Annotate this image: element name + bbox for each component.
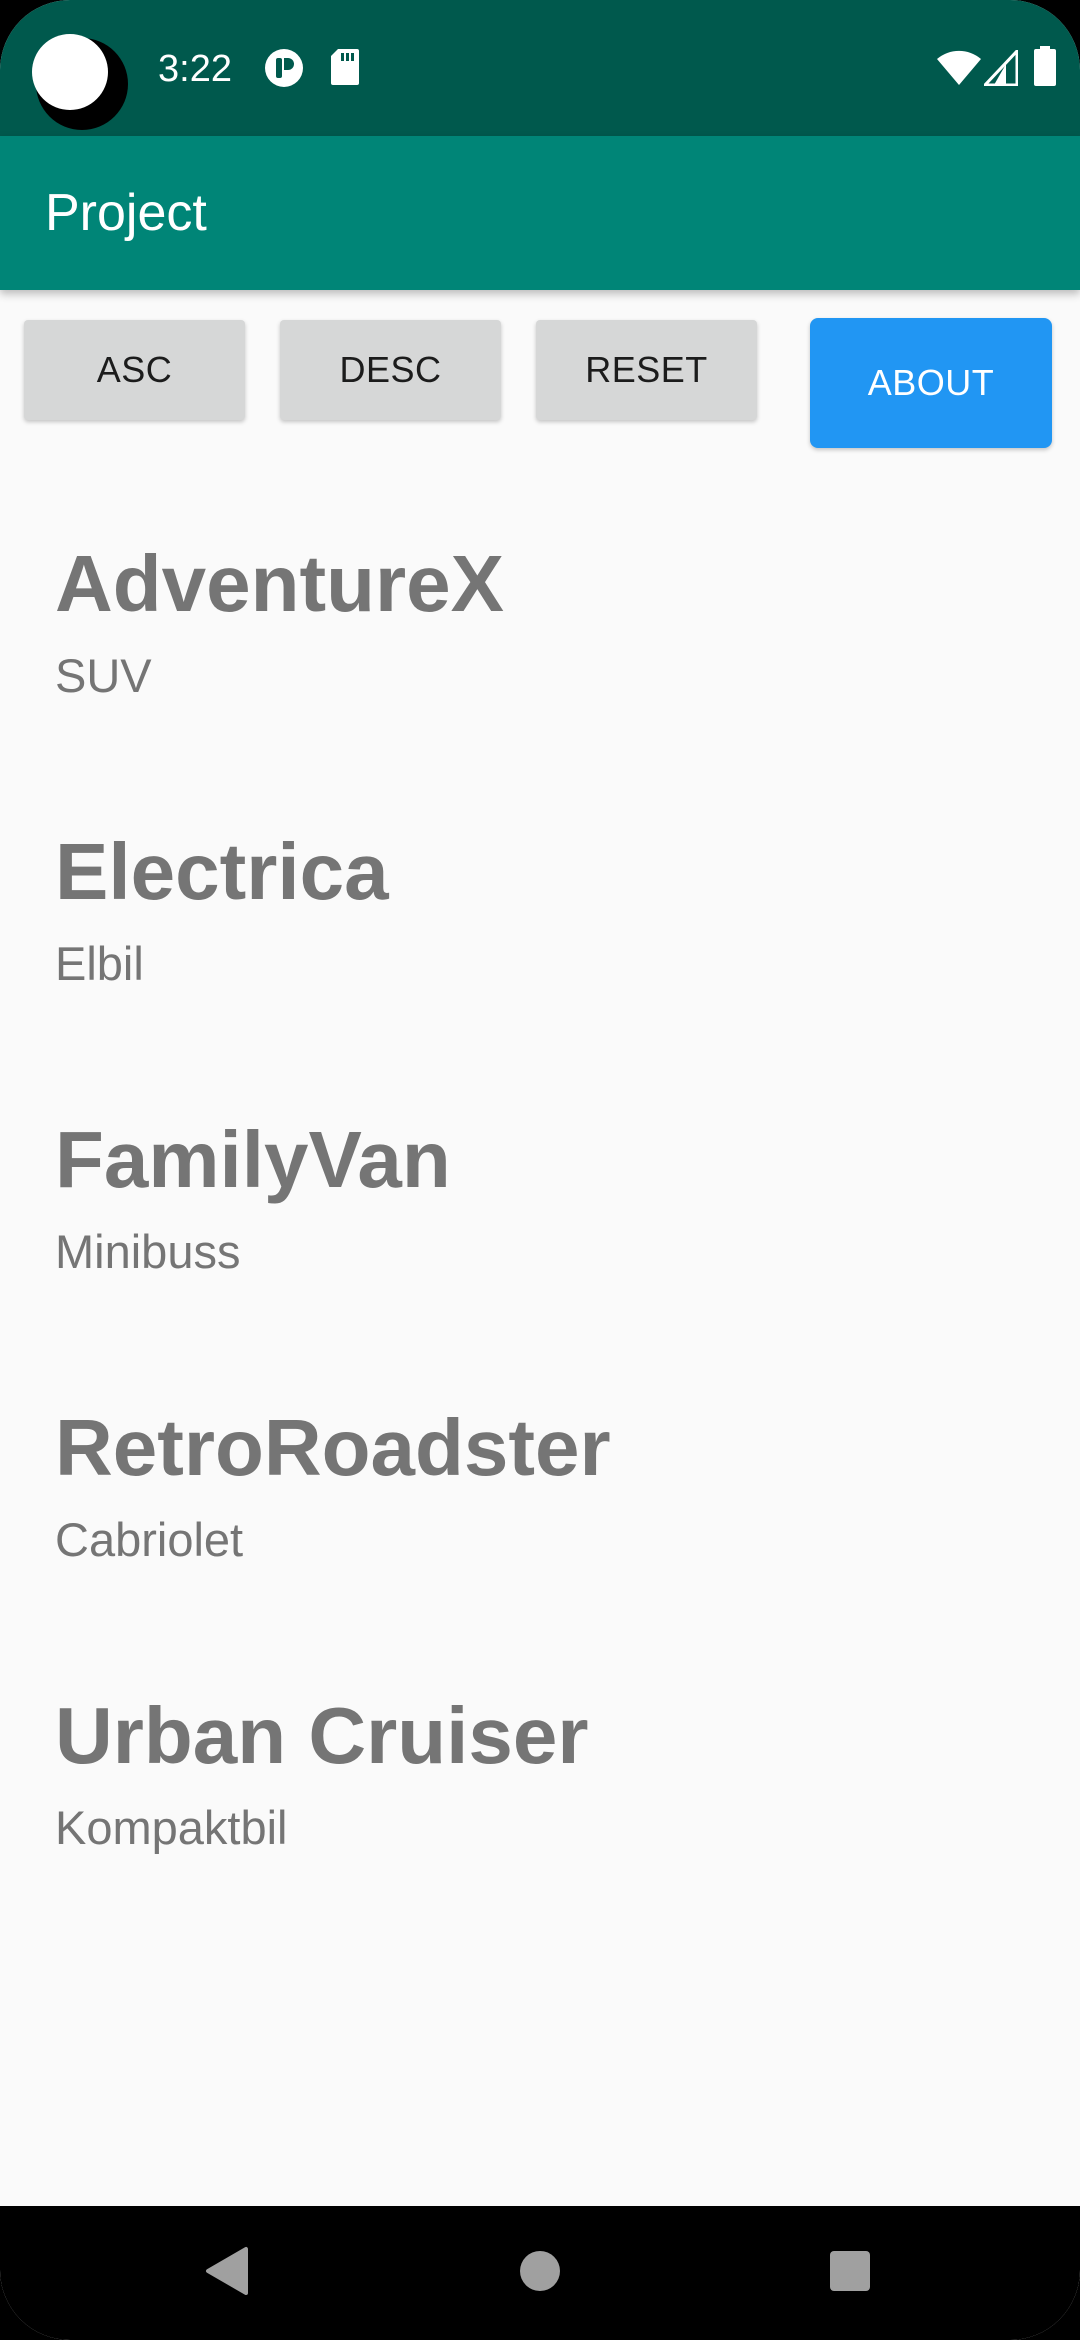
car-type: Kompaktbil	[55, 1801, 288, 1854]
recents-icon	[829, 2250, 871, 2297]
camera-cutout	[32, 34, 128, 130]
reset-button[interactable]: RESET	[536, 320, 757, 420]
app-bar: Project	[0, 136, 1080, 290]
car-type: Cabriolet	[55, 1513, 244, 1566]
list-item[interactable]: Urban Cruiser Kompaktbil	[55, 1686, 1055, 1886]
wifi-icon	[936, 50, 982, 91]
back-button[interactable]	[166, 2206, 286, 2340]
car-name: Urban Cruiser	[55, 1691, 589, 1780]
list-item[interactable]: FamilyVan Minibuss	[55, 1110, 1055, 1310]
battery-icon	[1034, 46, 1056, 91]
list-item[interactable]: AdventureX SUV	[55, 534, 1055, 734]
sort-desc-button[interactable]: DESC	[280, 320, 501, 420]
car-name: AdventureX	[55, 539, 504, 628]
page-title: Project	[45, 184, 207, 242]
navigation-bar	[0, 2206, 1080, 2340]
car-type: Elbil	[55, 937, 144, 990]
back-icon	[204, 2246, 248, 2301]
status-time: 3:22	[158, 48, 232, 90]
status-bar: 3:22	[0, 0, 1080, 136]
car-type: SUV	[55, 649, 152, 702]
camera-lens	[32, 34, 108, 110]
home-button[interactable]	[480, 2206, 600, 2340]
home-icon	[519, 2250, 561, 2297]
sort-asc-button[interactable]: ASC	[24, 320, 245, 420]
car-name: RetroRoadster	[55, 1403, 611, 1492]
car-name: Electrica	[55, 827, 389, 916]
list-item[interactable]: Electrica Elbil	[55, 822, 1055, 1022]
signal-icon	[981, 47, 1019, 91]
car-name: FamilyVan	[55, 1115, 451, 1204]
app-notification-icon	[264, 48, 304, 93]
car-type: Minibuss	[55, 1225, 241, 1278]
recents-button[interactable]	[790, 2206, 910, 2340]
phone-screen: 3:22 Project ASC DESC RESET ABOUT Advent…	[0, 0, 1080, 2340]
about-button[interactable]: ABOUT	[810, 318, 1052, 448]
sd-card-icon	[330, 48, 360, 91]
list-item[interactable]: RetroRoadster Cabriolet	[55, 1398, 1055, 1598]
